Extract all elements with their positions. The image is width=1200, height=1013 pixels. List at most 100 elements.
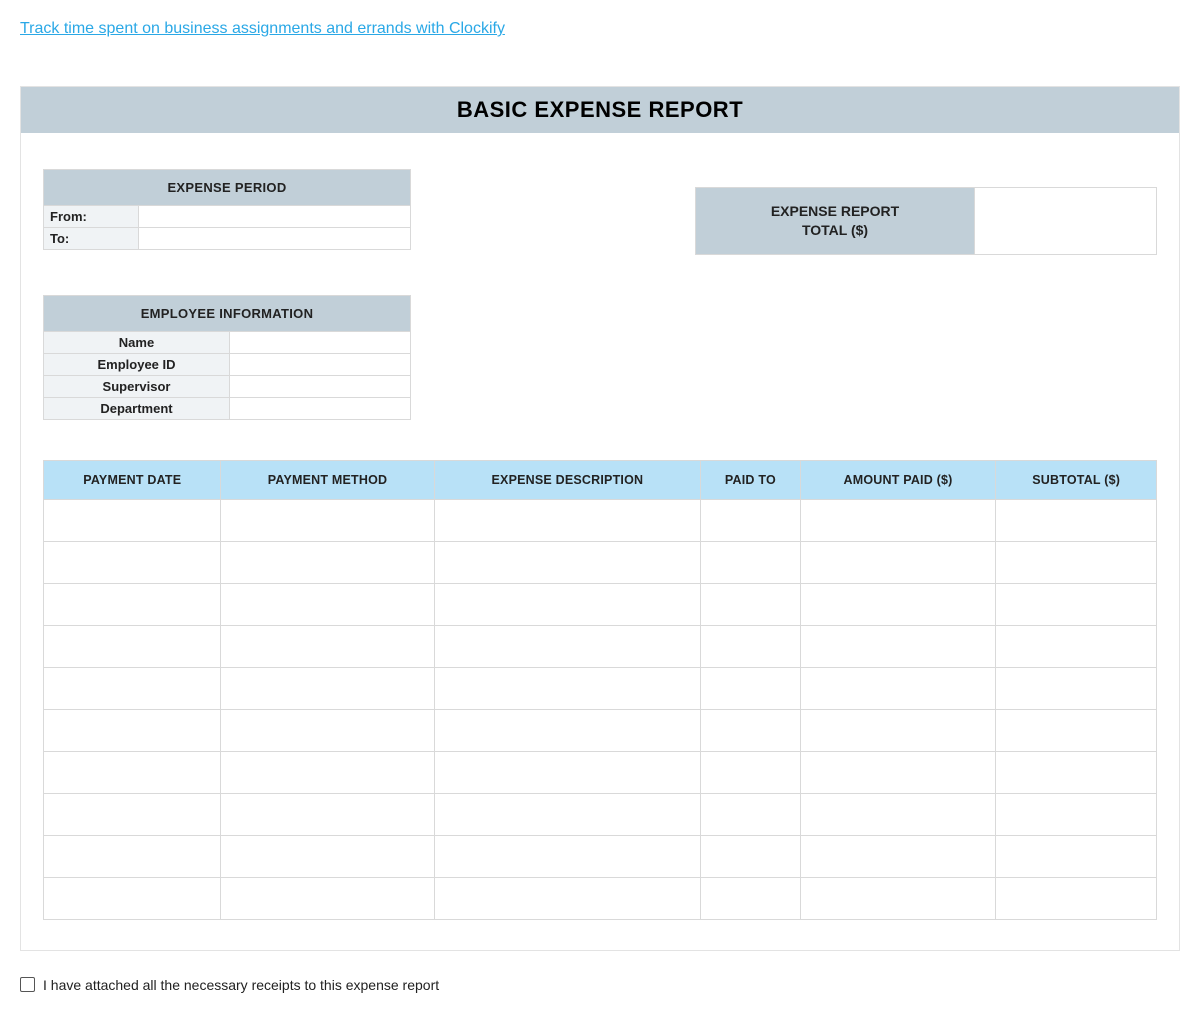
cell[interactable] <box>434 877 701 919</box>
cell[interactable] <box>996 835 1157 877</box>
total-box: EXPENSE REPORT TOTAL ($) <box>695 187 1157 255</box>
emp-department-label: Department <box>44 397 230 419</box>
cell[interactable] <box>996 751 1157 793</box>
cell[interactable] <box>221 751 434 793</box>
cell[interactable] <box>44 751 221 793</box>
cell[interactable] <box>221 499 434 541</box>
table-row <box>44 751 1157 793</box>
cell[interactable] <box>996 541 1157 583</box>
total-label: EXPENSE REPORT TOTAL ($) <box>696 188 974 254</box>
cell[interactable] <box>996 877 1157 919</box>
cell[interactable] <box>221 793 434 835</box>
col-header-2: EXPENSE DESCRIPTION <box>434 460 701 499</box>
cell[interactable] <box>800 541 996 583</box>
cell[interactable] <box>221 667 434 709</box>
clockify-link[interactable]: Track time spent on business assignments… <box>20 20 505 37</box>
emp-supervisor-label: Supervisor <box>44 375 230 397</box>
cell[interactable] <box>221 625 434 667</box>
table-row <box>44 793 1157 835</box>
cell[interactable] <box>996 793 1157 835</box>
receipts-checkbox-label: I have attached all the necessary receip… <box>43 977 439 993</box>
cell[interactable] <box>996 583 1157 625</box>
col-header-3: PAID TO <box>701 460 800 499</box>
to-value[interactable] <box>139 228 411 250</box>
cell[interactable] <box>701 583 800 625</box>
col-header-5: SUBTOTAL ($) <box>996 460 1157 499</box>
cell[interactable] <box>221 877 434 919</box>
cell[interactable] <box>701 835 800 877</box>
emp-id-value[interactable] <box>230 353 411 375</box>
cell[interactable] <box>701 499 800 541</box>
expense-lines-table: PAYMENT DATEPAYMENT METHODEXPENSE DESCRI… <box>43 460 1157 920</box>
employee-info-header: EMPLOYEE INFORMATION <box>44 295 411 331</box>
report-title: BASIC EXPENSE REPORT <box>21 87 1179 133</box>
cell[interactable] <box>44 793 221 835</box>
cell[interactable] <box>996 499 1157 541</box>
cell[interactable] <box>800 667 996 709</box>
cell[interactable] <box>996 667 1157 709</box>
expense-report: BASIC EXPENSE REPORT EXPENSE PERIOD From… <box>20 86 1180 951</box>
cell[interactable] <box>434 751 701 793</box>
emp-name-value[interactable] <box>230 331 411 353</box>
cell[interactable] <box>800 625 996 667</box>
total-value[interactable] <box>974 188 1156 254</box>
cell[interactable] <box>701 793 800 835</box>
cell[interactable] <box>701 709 800 751</box>
cell[interactable] <box>800 793 996 835</box>
cell[interactable] <box>434 499 701 541</box>
cell[interactable] <box>44 583 221 625</box>
cell[interactable] <box>996 709 1157 751</box>
emp-id-label: Employee ID <box>44 353 230 375</box>
cell[interactable] <box>221 583 434 625</box>
cell[interactable] <box>44 499 221 541</box>
cell[interactable] <box>800 751 996 793</box>
cell[interactable] <box>434 583 701 625</box>
cell[interactable] <box>800 709 996 751</box>
table-row <box>44 877 1157 919</box>
cell[interactable] <box>800 499 996 541</box>
cell[interactable] <box>800 583 996 625</box>
cell[interactable] <box>434 667 701 709</box>
cell[interactable] <box>701 751 800 793</box>
cell[interactable] <box>701 625 800 667</box>
col-header-4: AMOUNT PAID ($) <box>800 460 996 499</box>
employee-info-table: EMPLOYEE INFORMATION Name Employee ID Su… <box>43 295 411 420</box>
expense-period-table: EXPENSE PERIOD From: To: <box>43 169 411 250</box>
table-row <box>44 583 1157 625</box>
cell[interactable] <box>221 541 434 583</box>
cell[interactable] <box>434 835 701 877</box>
receipts-checkbox[interactable] <box>20 977 35 992</box>
table-row <box>44 625 1157 667</box>
cell[interactable] <box>434 709 701 751</box>
cell[interactable] <box>434 625 701 667</box>
cell[interactable] <box>434 793 701 835</box>
cell[interactable] <box>996 625 1157 667</box>
col-header-1: PAYMENT METHOD <box>221 460 434 499</box>
table-row <box>44 835 1157 877</box>
table-row <box>44 541 1157 583</box>
emp-name-label: Name <box>44 331 230 353</box>
cell[interactable] <box>44 835 221 877</box>
cell[interactable] <box>221 709 434 751</box>
cell[interactable] <box>44 877 221 919</box>
cell[interactable] <box>44 541 221 583</box>
cell[interactable] <box>44 625 221 667</box>
col-header-0: PAYMENT DATE <box>44 460 221 499</box>
emp-department-value[interactable] <box>230 397 411 419</box>
cell[interactable] <box>434 541 701 583</box>
cell[interactable] <box>44 667 221 709</box>
receipts-checkbox-row[interactable]: I have attached all the necessary receip… <box>20 977 1180 993</box>
table-row <box>44 709 1157 751</box>
cell[interactable] <box>701 877 800 919</box>
to-label: To: <box>44 228 139 250</box>
cell[interactable] <box>701 541 800 583</box>
cell[interactable] <box>800 877 996 919</box>
cell[interactable] <box>800 835 996 877</box>
expense-period-header: EXPENSE PERIOD <box>44 170 411 206</box>
cell[interactable] <box>44 709 221 751</box>
from-value[interactable] <box>139 206 411 228</box>
emp-supervisor-value[interactable] <box>230 375 411 397</box>
cell[interactable] <box>701 667 800 709</box>
cell[interactable] <box>221 835 434 877</box>
from-label: From: <box>44 206 139 228</box>
